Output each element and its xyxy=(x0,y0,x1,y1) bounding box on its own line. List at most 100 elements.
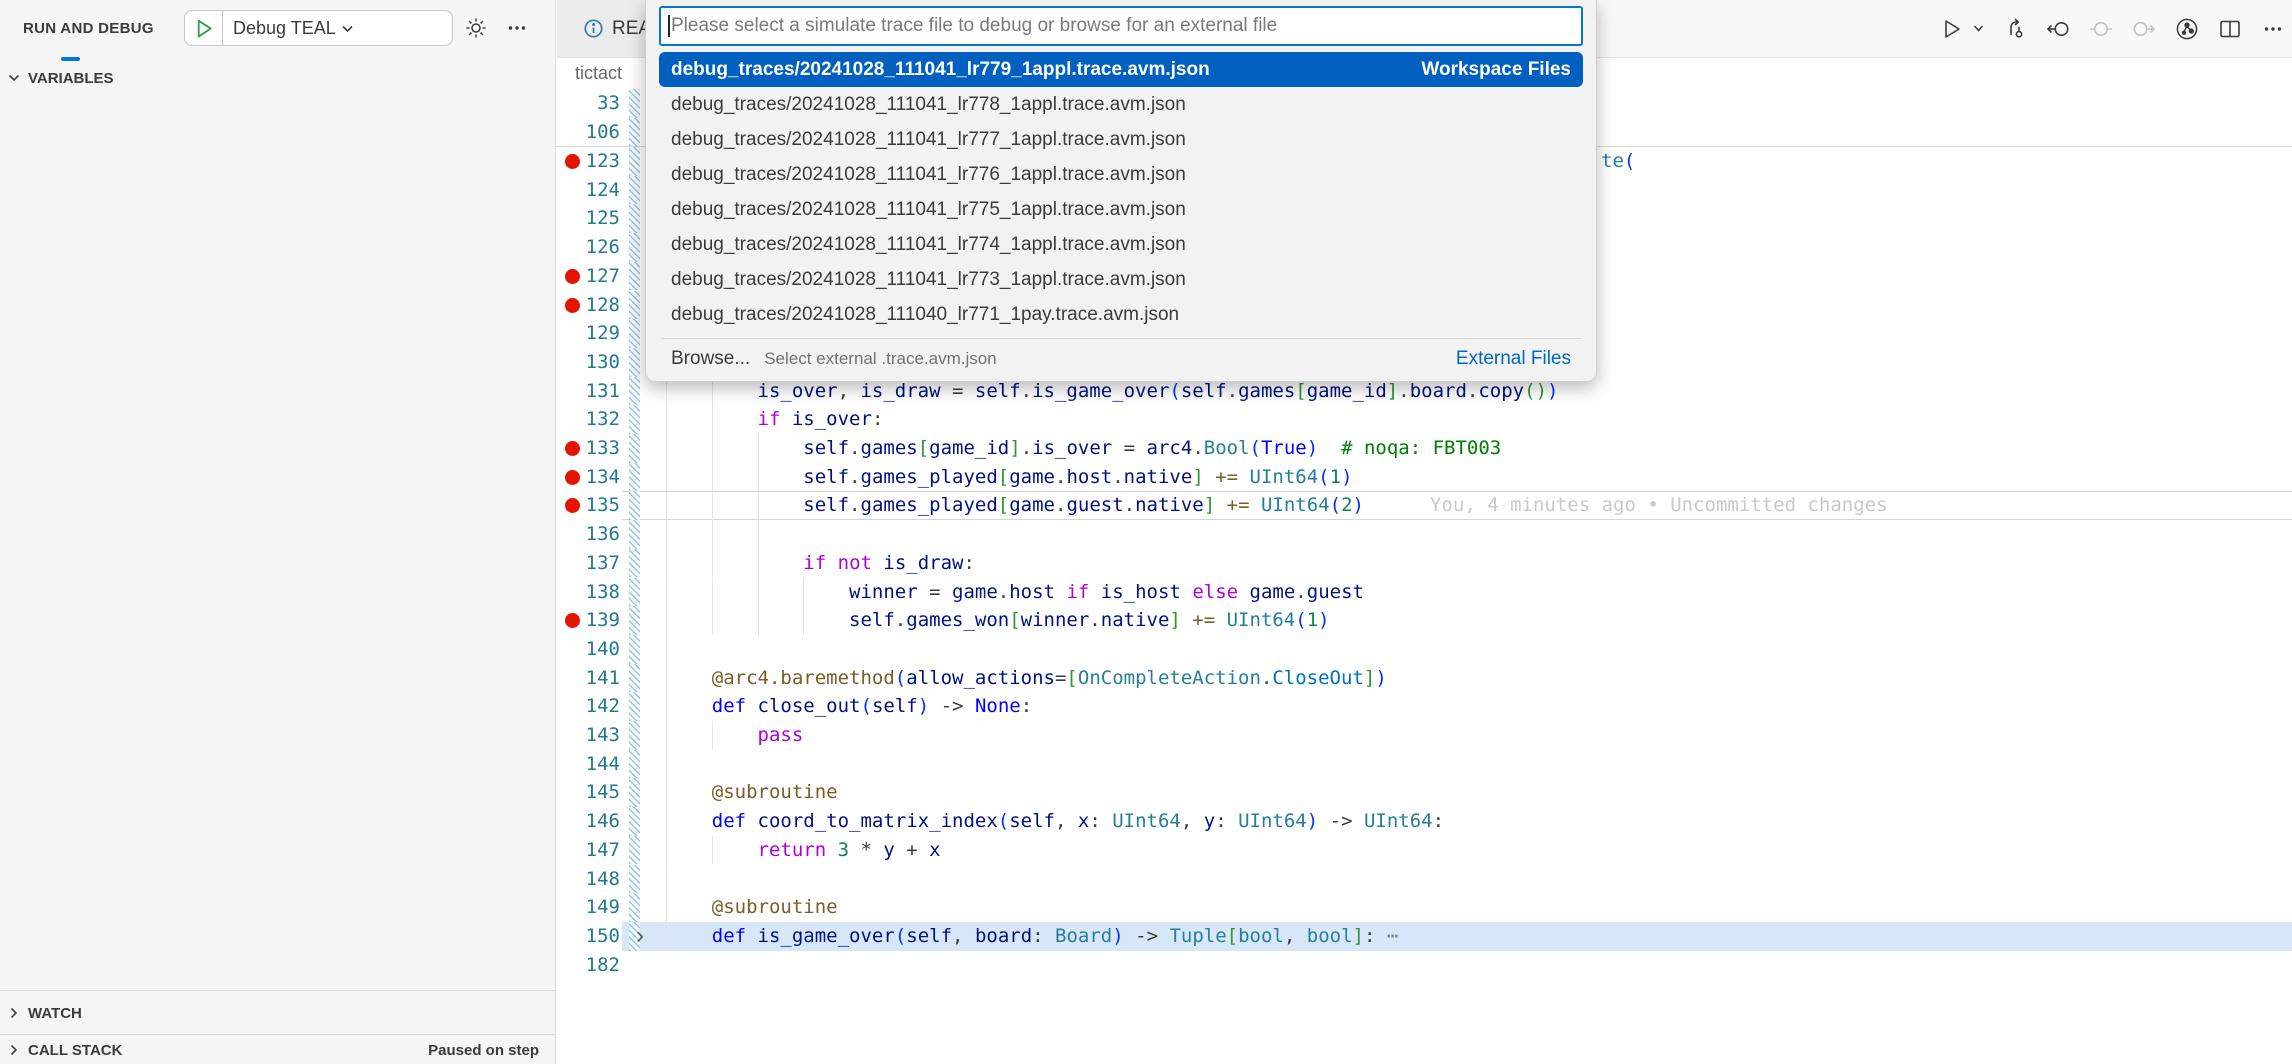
line-number[interactable]: 127 xyxy=(556,262,620,291)
code-line-137[interactable]: 137 if not is_draw: xyxy=(556,549,2292,578)
line-number[interactable]: 141 xyxy=(556,664,620,693)
more-actions-icon[interactable] xyxy=(504,15,530,41)
split-editor-icon[interactable] xyxy=(2217,16,2243,42)
step-back-icon[interactable] xyxy=(2045,16,2071,42)
git-blame-annotation: You, 4 minutes ago • Uncommitted changes xyxy=(1430,491,1888,520)
line-number[interactable]: 134 xyxy=(556,463,620,492)
line-number[interactable]: 137 xyxy=(556,549,620,578)
indent-guide xyxy=(666,865,667,894)
line-number[interactable]: 123 xyxy=(556,147,620,176)
line-number[interactable]: 140 xyxy=(556,635,620,664)
line-number[interactable]: 143 xyxy=(556,721,620,750)
line-number[interactable]: 125 xyxy=(556,204,620,233)
code-line-149[interactable]: 149 @subroutine xyxy=(556,893,2292,922)
line-number[interactable]: 146 xyxy=(556,807,620,836)
chevron-down-icon xyxy=(340,21,447,36)
quickpick-item[interactable]: debug_traces/20241028_111040_lr771_1pay.… xyxy=(659,298,1583,333)
line-number[interactable]: 135 xyxy=(556,491,620,520)
indent-guide xyxy=(666,635,667,664)
run-dropdown-chevron-icon[interactable] xyxy=(1971,16,1985,42)
line-number[interactable]: 124 xyxy=(556,176,620,205)
line-number[interactable]: 148 xyxy=(556,865,620,894)
line-number[interactable]: 147 xyxy=(556,836,620,865)
call-stack-section-header[interactable]: CALL STACK Paused on step xyxy=(0,1034,555,1064)
line-number[interactable]: 149 xyxy=(556,893,620,922)
code-line-142[interactable]: 142 def close_out(self) -> None: xyxy=(556,692,2292,721)
sidebar-title: RUN AND DEBUG xyxy=(23,20,154,37)
line-number[interactable]: 33 xyxy=(556,89,620,118)
variables-section-label: VARIABLES xyxy=(28,70,114,87)
line-number[interactable]: 106 xyxy=(556,118,620,147)
quickpick-item[interactable]: debug_traces/20241028_111041_lr779_1appl… xyxy=(659,52,1583,87)
trace-graph-icon[interactable] xyxy=(2174,16,2200,42)
code-line-147[interactable]: 147 return 3 * y + x xyxy=(556,836,2292,865)
more-actions-icon[interactable] xyxy=(2260,16,2286,42)
line-number[interactable]: 133 xyxy=(556,434,620,463)
variables-section-header[interactable]: VARIABLES xyxy=(0,62,555,94)
fold-chevron-icon[interactable]: › xyxy=(636,922,644,951)
quickpick-item[interactable]: debug_traces/20241028_111041_lr776_1appl… xyxy=(659,157,1583,192)
code-line-182[interactable]: 182 xyxy=(556,951,2292,980)
quickpick-item[interactable]: debug_traces/20241028_111041_lr777_1appl… xyxy=(659,122,1583,157)
modified-lines-gutter xyxy=(629,118,640,147)
quickpick-item[interactable]: debug_traces/20241028_111041_lr775_1appl… xyxy=(659,192,1583,227)
code-line-141[interactable]: 141 @arc4.baremethod(allow_actions=[OnCo… xyxy=(556,664,2292,693)
code-text: winner = game.host if is_host else game.… xyxy=(666,578,1364,607)
quickpick-item[interactable]: debug_traces/20241028_111041_lr773_1appl… xyxy=(659,263,1583,298)
code-line-140[interactable]: 140 xyxy=(556,635,2292,664)
line-number[interactable]: 129 xyxy=(556,319,620,348)
quickpick-item[interactable]: debug_traces/20241028_111041_lr778_1appl… xyxy=(659,87,1583,122)
line-number[interactable]: 139 xyxy=(556,606,620,635)
start-debug-button[interactable] xyxy=(185,11,223,45)
line-number[interactable]: 145 xyxy=(556,778,620,807)
line-number[interactable]: 182 xyxy=(556,951,620,980)
indent-guide xyxy=(758,520,759,549)
debug-config-select[interactable]: Debug TEAL via AlgoKi xyxy=(223,18,452,39)
code-text: @subroutine xyxy=(666,778,838,807)
quickpick-item-label: debug_traces/20241028_111041_lr774_1appl… xyxy=(671,234,1186,256)
quickpick-browse-item[interactable]: Browse... Select external .trace.avm.jso… xyxy=(659,342,1583,376)
debug-launch-control[interactable]: Debug TEAL via AlgoKi xyxy=(184,10,453,46)
code-line-136[interactable]: 136 xyxy=(556,520,2292,549)
modified-lines-gutter xyxy=(629,807,640,836)
line-number[interactable]: 126 xyxy=(556,233,620,262)
run-icon[interactable] xyxy=(1938,16,1964,42)
chevron-down-icon xyxy=(6,70,22,86)
modified-lines-gutter xyxy=(629,520,640,549)
play-icon xyxy=(191,16,216,41)
code-line-139[interactable]: 139 self.games_won[winner.native] += UIn… xyxy=(556,606,2292,635)
code-line-134[interactable]: 134 self.games_played[game.host.native] … xyxy=(556,463,2292,492)
line-number[interactable]: 128 xyxy=(556,291,620,320)
quickpick-item-label: debug_traces/20241028_111041_lr773_1appl… xyxy=(671,269,1186,291)
quickpick-item[interactable]: debug_traces/20241028_111041_lr774_1appl… xyxy=(659,227,1583,262)
code-line-132[interactable]: 132 if is_over: xyxy=(556,405,2292,434)
line-number[interactable]: 144 xyxy=(556,750,620,779)
line-number[interactable]: 130 xyxy=(556,348,620,377)
line-number[interactable]: 132 xyxy=(556,405,620,434)
code-line-143[interactable]: 143 pass xyxy=(556,721,2292,750)
line-number[interactable]: 138 xyxy=(556,578,620,607)
line-number[interactable]: 131 xyxy=(556,377,620,406)
line-number[interactable]: 136 xyxy=(556,520,620,549)
gear-icon[interactable] xyxy=(463,15,489,41)
code-line-150[interactable]: 150› def is_game_over(self, board: Board… xyxy=(556,922,2292,951)
code-line-146[interactable]: 146 def coord_to_matrix_index(self, x: U… xyxy=(556,807,2292,836)
watch-section-header[interactable]: WATCH xyxy=(0,990,555,1035)
code-line-138[interactable]: 138 winner = game.host if is_host else g… xyxy=(556,578,2292,607)
line-number[interactable]: 150 xyxy=(556,922,620,951)
modified-lines-gutter xyxy=(629,865,640,894)
line-number[interactable]: 142 xyxy=(556,692,620,721)
browse-label: Browse... xyxy=(671,348,750,370)
quickpick-input[interactable] xyxy=(659,6,1583,46)
watch-section-label: WATCH xyxy=(28,1005,82,1022)
breadcrumb-item[interactable]: tictact xyxy=(575,63,622,84)
quickpick-item-label: debug_traces/20241028_111040_lr771_1pay.… xyxy=(671,304,1179,326)
rerun-loop-icon[interactable] xyxy=(2002,16,2028,42)
code-line-135[interactable]: 135 self.games_played[game.guest.native]… xyxy=(556,491,2292,520)
code-line-145[interactable]: 145 @subroutine xyxy=(556,778,2292,807)
code-line-144[interactable]: 144 xyxy=(556,750,2292,779)
modified-lines-gutter xyxy=(629,778,640,807)
code-line-133[interactable]: 133 self.games[game_id].is_over = arc4.B… xyxy=(556,434,2292,463)
code-line-148[interactable]: 148 xyxy=(556,865,2292,894)
code-text: self.games_played[game.host.native] += U… xyxy=(666,463,1353,492)
